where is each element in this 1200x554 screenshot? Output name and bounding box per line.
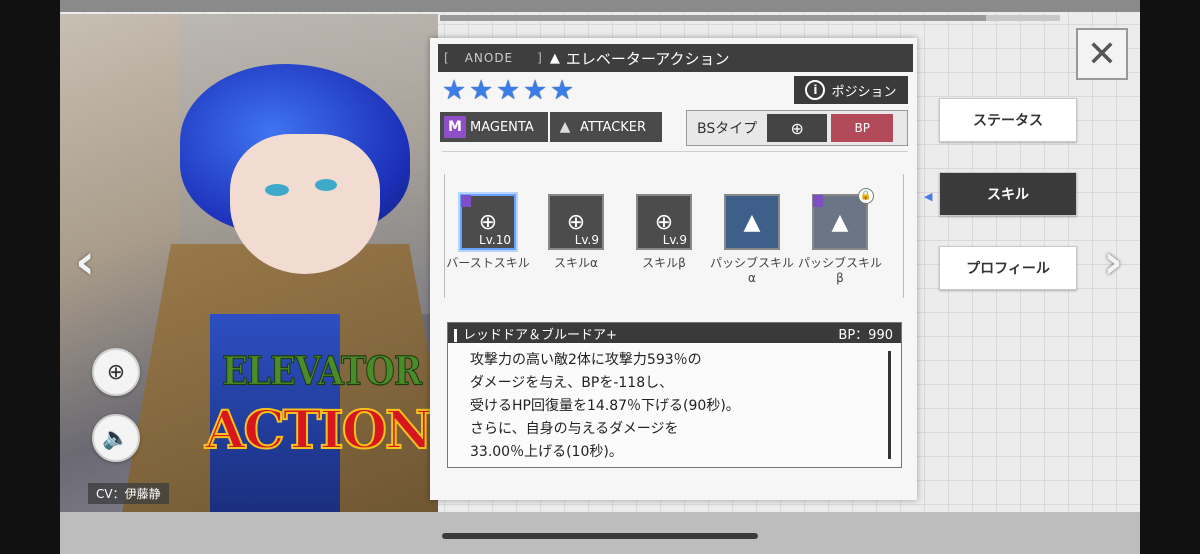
type-tag: M MAGENTA bbox=[440, 112, 548, 142]
skill-burst[interactable]: ⊕ Lv.10 バーストスキル bbox=[443, 194, 533, 271]
title-bar: [ ANODE ] ▲ エレベーターアクション bbox=[438, 44, 913, 72]
skill-description: レッドドア＆ブルードア+ BP：990 攻撃力の高い敵2体に攻撃力593％の ダ… bbox=[447, 322, 902, 468]
star-icon: ★ bbox=[442, 75, 467, 106]
skill-description-text: 攻撃力の高い敵2体に攻撃力593％の ダメージを与え、BPを-118し、 受ける… bbox=[448, 343, 901, 464]
star-icon: ★ bbox=[550, 75, 575, 106]
top-progress bbox=[440, 15, 1060, 21]
skill-level: Lv.10 bbox=[479, 233, 511, 247]
divider bbox=[442, 151, 908, 152]
voice-button[interactable]: 🔈 bbox=[92, 414, 140, 462]
prev-character-button[interactable]: ‹ bbox=[70, 232, 100, 292]
attacker-icon: ▲ bbox=[559, 119, 571, 135]
top-bar bbox=[60, 0, 1140, 12]
lock-icon: 🔒 bbox=[858, 188, 874, 204]
description-line: 受けるHP回復量を14.87％下げる(90秒)。 bbox=[470, 398, 740, 414]
left-letterbox bbox=[0, 0, 60, 554]
skill-list: ⊕ Lv.10 バーストスキル ⊕ Lv.9 スキルα ⊕ Lv.9 スキルβ ▲ パ… bbox=[444, 174, 904, 298]
skill-name: スキルα bbox=[554, 256, 598, 270]
bp-button[interactable]: BP bbox=[831, 114, 894, 142]
skill-name: バーストスキル bbox=[446, 256, 530, 270]
skill-name: スキルβ bbox=[642, 256, 686, 270]
bs-target-icon: ⊕ bbox=[767, 114, 828, 142]
arrow-up-icon: ▲ 🔒 bbox=[812, 188, 874, 250]
rarity-stars: ★ ★ ★ ★ ★ bbox=[442, 75, 576, 106]
skill-alpha[interactable]: ⊕ Lv.9 スキルα bbox=[531, 194, 621, 271]
bracket-close: ] bbox=[537, 51, 544, 65]
chevron-right-icon: › bbox=[1103, 234, 1123, 290]
close-button[interactable]: ✕ bbox=[1076, 28, 1128, 80]
anode-icon: ▲ bbox=[549, 50, 560, 66]
skill-passive-beta[interactable]: ▲ 🔒 パッシブスキルβ bbox=[795, 188, 885, 286]
close-icon: ✕ bbox=[1086, 33, 1118, 75]
target-icon: ⊕ Lv.9 bbox=[636, 194, 692, 250]
description-line: 攻撃力の高い敵2体に攻撃力593％の bbox=[470, 352, 702, 368]
skill-level: Lv.9 bbox=[574, 233, 599, 247]
bs-type-box: BSタイプ ⊕ BP bbox=[686, 110, 908, 146]
position-button[interactable]: i ポジション bbox=[794, 76, 908, 104]
info-icon: i bbox=[805, 80, 826, 100]
star-icon: ★ bbox=[523, 75, 548, 106]
chevron-left-icon: ‹ bbox=[75, 234, 95, 290]
skill-name: パッシブスキルβ bbox=[797, 256, 882, 285]
skill-beta[interactable]: ⊕ Lv.9 スキルβ bbox=[619, 194, 709, 271]
active-marker-icon: ◀ bbox=[924, 190, 933, 203]
skill-passive-alpha[interactable]: ▲ パッシブスキルα bbox=[707, 194, 797, 286]
home-indicator bbox=[442, 533, 758, 539]
description-line: さらに、自身の与えるダメージを bbox=[470, 421, 679, 437]
arrow-up-icon: ▲ bbox=[724, 194, 780, 250]
skill-level: Lv.9 bbox=[662, 233, 687, 247]
manufacturer-tag: ANODE bbox=[464, 51, 514, 65]
target-icon: ⊕ Lv.10 bbox=[460, 194, 516, 250]
info-panel: [ ANODE ] ▲ エレベーターアクション ★ ★ ★ ★ ★ i ポジショ… bbox=[430, 38, 917, 500]
skill-bp: BP：990 bbox=[838, 327, 893, 343]
menu-profile-button[interactable]: プロフィール bbox=[939, 246, 1077, 290]
role-tag-label: ATTACKER bbox=[580, 119, 647, 135]
type-tag-label: MAGENTA bbox=[470, 119, 534, 135]
right-letterbox bbox=[1140, 0, 1200, 554]
skill-description-header: レッドドア＆ブルードア+ BP：990 bbox=[448, 323, 901, 343]
menu-status-button[interactable]: ステータス bbox=[939, 98, 1077, 142]
zoom-in-icon: ⊕ bbox=[106, 359, 126, 385]
star-icon: ★ bbox=[469, 75, 494, 106]
menu-skill-button[interactable]: スキル bbox=[939, 172, 1077, 216]
next-character-button[interactable]: › bbox=[1098, 232, 1128, 292]
target-icon: ⊕ Lv.9 bbox=[548, 194, 604, 250]
description-line: ダメージを与え、BPを-118し、 bbox=[470, 375, 674, 391]
bs-type-label: BSタイプ bbox=[697, 121, 758, 137]
role-tag: ▲ ATTACKER bbox=[550, 112, 662, 142]
zoom-button[interactable]: ⊕ bbox=[92, 348, 140, 396]
description-line: 33.00％上げる(10秒)。 bbox=[470, 444, 623, 460]
elevator-action-logo-bottom: ACTION bbox=[204, 399, 434, 462]
speaker-icon: 🔈 bbox=[102, 425, 130, 451]
skill-name: パッシブスキルα bbox=[709, 256, 794, 285]
elevator-action-logo-top: ELEVATOR bbox=[221, 348, 422, 395]
scrollbar[interactable] bbox=[888, 351, 891, 459]
bracket-open: [ bbox=[444, 51, 451, 65]
magenta-icon: M bbox=[444, 116, 466, 138]
bp-icon: BP bbox=[854, 121, 870, 135]
character-name: エレベーターアクション bbox=[565, 49, 730, 68]
position-button-label: ポジション bbox=[831, 84, 897, 100]
cv-label: CV：伊藤静 bbox=[88, 483, 169, 504]
skill-title: レッドドア＆ブルードア+ bbox=[463, 327, 617, 343]
star-icon: ★ bbox=[496, 75, 521, 106]
